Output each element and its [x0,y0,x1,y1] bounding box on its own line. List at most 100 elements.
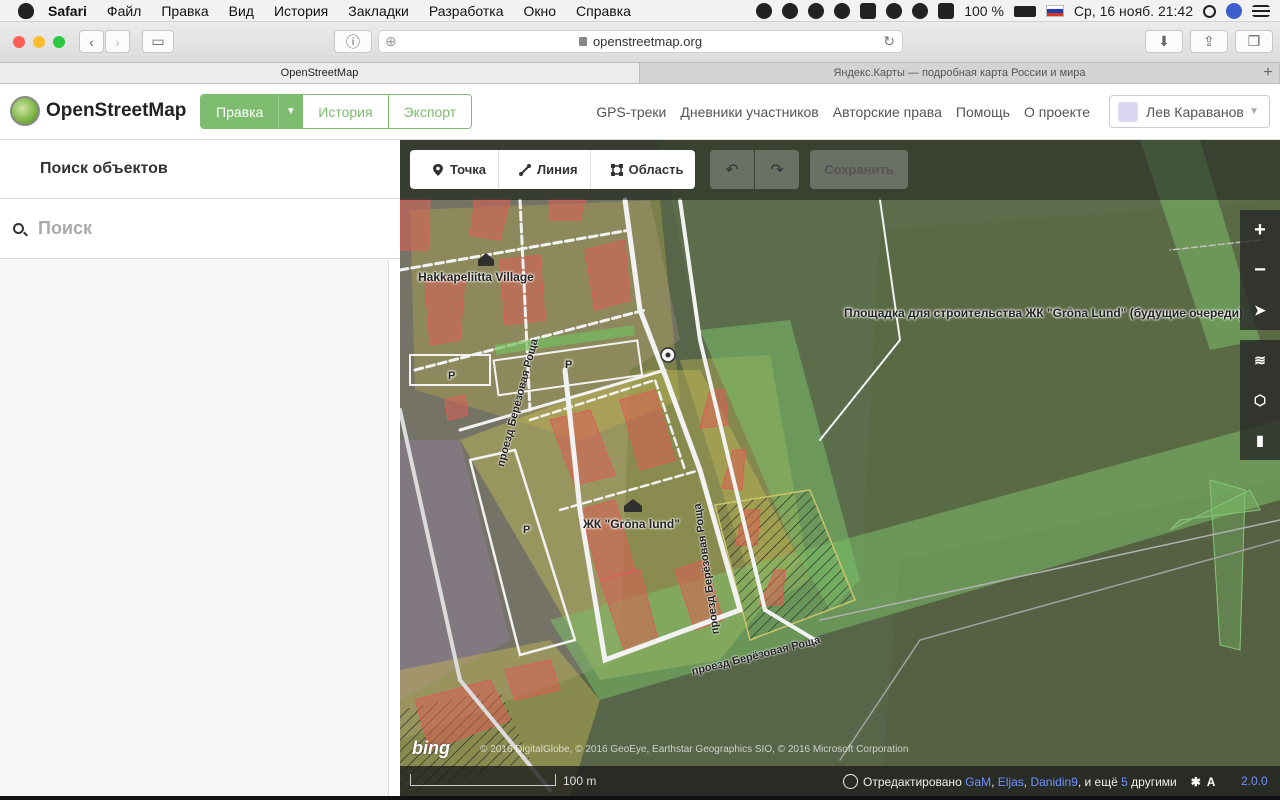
redo-button[interactable]: ↷ [755,150,799,189]
lock-icon [578,37,587,46]
user-name: Лев Караванов [1146,103,1244,120]
map-data-button[interactable]: ⬡ [1240,380,1280,420]
sidebar-toggle-button[interactable]: ▭ [142,30,174,53]
drive-icon[interactable] [834,3,851,19]
history-button[interactable]: История [302,95,388,128]
creative-cloud-icon[interactable] [782,3,799,19]
reload-icon[interactable]: ↻ [883,33,895,50]
new-tab-button[interactable]: + [1256,63,1280,83]
forward-button[interactable]: › [105,30,130,53]
clock[interactable]: Ср, 16 нояб. 21:42 [1074,3,1193,19]
address-bar[interactable]: ⊕ openstreetmap.org ↻ [378,30,903,53]
add-line-button[interactable]: Линия [498,150,590,189]
menu-history[interactable]: История [274,3,328,19]
notification-center-icon[interactable] [1252,5,1270,17]
osm-logo[interactable]: OpenStreetMap [10,96,186,126]
scale-bar[interactable] [410,774,556,786]
parking-label[interactable]: P [523,524,530,536]
line-icon [519,163,532,176]
history-clock-icon[interactable] [843,774,858,789]
editor-footer: 100 m Отредактировано GaM, Eljas, Danidi… [400,766,1280,796]
menu-view[interactable]: Вид [229,3,254,19]
battery-icon[interactable] [1013,5,1036,17]
share-button[interactable]: ⇪ [1190,30,1228,53]
minimize-window-button[interactable] [33,36,45,48]
version-link[interactable]: 2.0.0 [1241,774,1268,788]
url-text: openstreetmap.org [592,34,703,49]
close-window-button[interactable] [13,36,25,48]
search-input[interactable] [38,218,358,239]
add-tab-icon[interactable]: ⊕ [385,33,397,50]
apple-icon[interactable] [18,2,34,19]
browser-toolbar: ‹ › ▭ ⓘ ⊕ openstreetmap.org ↻ ⬇ ⇪ ❐ [0,22,1280,62]
menu-bookmarks[interactable]: Закладки [348,3,409,19]
tabs-overview-button[interactable]: ❐ [1235,30,1273,53]
background-layers-button[interactable]: ≋ [1240,340,1280,380]
telegram-icon[interactable] [756,3,773,19]
menu-file[interactable]: Файл [107,3,141,19]
user-menu-button[interactable]: Лев Караванов ▼ [1109,95,1270,128]
point-icon [433,163,443,176]
menu-app[interactable]: Safari [48,3,87,19]
downloads-button[interactable]: ⬇ [1145,30,1183,53]
editor-link-eljas[interactable]: Eljas [998,775,1024,789]
edit-dropdown-button[interactable]: ▼ [278,95,303,128]
nav-about[interactable]: О проекте [1024,104,1090,120]
bing-logo: bing [412,738,450,758]
fullscreen-window-button[interactable] [53,36,65,48]
history-icon[interactable] [886,3,903,19]
attribution-suffix: другими [1131,774,1177,789]
osm-header: OpenStreetMap Правка ▼ История Экспорт G… [0,84,1280,140]
menu-window[interactable]: Окно [523,3,556,19]
nav-user-diaries[interactable]: Дневники участников [680,104,818,120]
parking-label[interactable]: P [565,359,572,371]
cloud-icon[interactable] [860,3,877,19]
sidebar-content [0,260,389,800]
scale-text: 100 m [563,774,597,788]
osm-nav: GPS-треки Дневники участников Авторские … [596,104,1090,120]
password-icon[interactable] [808,3,825,19]
editor-top-bar: Точка Линия Область ↶ ↷ Сохранить [400,140,1280,200]
russian-flag-icon[interactable] [1045,5,1064,17]
menu-edit[interactable]: Правка [161,3,208,19]
zoom-in-button[interactable]: + [1240,210,1280,250]
translate-icon[interactable]: A [1207,775,1216,789]
menu-develop[interactable]: Разработка [429,3,504,19]
book-icon: ▮ [1256,431,1264,448]
export-button[interactable]: Экспорт [387,95,472,128]
wifi-icon[interactable] [912,3,929,19]
editor-sidebar: Поиск объектов [0,140,400,800]
area-icon [610,163,623,176]
spotlight-icon[interactable] [1203,4,1216,18]
nav-copyright[interactable]: Авторские права [833,104,942,120]
geolocate-button[interactable]: ➤ [1240,290,1280,330]
help-button[interactable]: ▮ [1240,420,1280,460]
window-bottom-edge [0,796,1280,800]
map-label-construction-site[interactable]: Площадка для строительства ЖК "Grōna Lun… [844,306,1243,320]
add-point-button[interactable]: Точка [410,150,498,189]
nav-help[interactable]: Помощь [956,104,1010,120]
nav-gps-traces[interactable]: GPS-треки [596,104,666,120]
parking-label[interactable]: P [448,370,455,382]
tab-openstreetmap[interactable]: OpenStreetMap [0,63,640,83]
add-area-button[interactable]: Область [589,150,696,189]
undo-button[interactable]: ↶ [710,150,754,189]
menu-help[interactable]: Справка [576,3,631,19]
map-label-village[interactable]: Hakkapeliitta Village [418,270,534,284]
map-label-complex[interactable]: ЖК "Grōna lund" [583,517,680,531]
map-canvas[interactable]: Hakkapeliitta Village Площадка для строи… [400,140,1280,796]
editor-link-gam[interactable]: GaM [965,775,991,789]
editor-link-danidin9[interactable]: Danidin9 [1030,775,1077,789]
tab-yandex-maps[interactable]: Яндекс.Карты — подробная карта России и … [640,63,1280,83]
bug-report-icon[interactable]: ✱ [1191,775,1201,789]
osm-logo-icon [10,96,40,126]
reader-button[interactable]: ⓘ [334,30,372,53]
edit-button[interactable]: Правка [201,95,279,128]
zoom-out-button[interactable]: − [1240,250,1280,290]
others-count-link[interactable]: 5 [1121,775,1128,789]
map-data-icon: ⬡ [1253,391,1267,408]
back-button[interactable]: ‹ [79,30,104,53]
save-button[interactable]: Сохранить [810,150,908,189]
airplay-icon[interactable] [938,3,955,19]
siri-icon[interactable] [1226,3,1242,19]
